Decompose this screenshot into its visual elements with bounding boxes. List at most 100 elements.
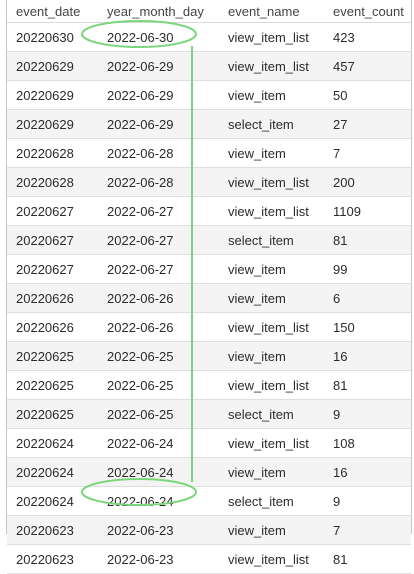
cell-event-count: 108 (324, 428, 411, 458)
cell-event-count: 6 (324, 283, 411, 313)
cell-year-month-day: 2022-06-29 (98, 51, 219, 81)
cell-event-date: 20220624 (7, 428, 98, 458)
cell-event-date: 20220625 (7, 399, 98, 429)
cell-event-count: 7 (324, 515, 411, 545)
cell-event-count: 200 (324, 167, 411, 197)
cell-event-name: view_item_list (219, 22, 324, 52)
cell-year-month-day: 2022-06-25 (98, 341, 219, 371)
cell-event-name: view_item (219, 138, 324, 168)
table-row[interactable]: 20220628 2022-06-28 view_item_list 200 (7, 167, 411, 197)
cell-event-date: 20220627 (7, 196, 98, 226)
cell-event-name: view_item_list (219, 196, 324, 226)
table-row[interactable]: 20220624 2022-06-24 view_item_list 108 (7, 428, 411, 458)
cell-year-month-day: 2022-06-23 (98, 515, 219, 545)
cell-event-date: 20220629 (7, 51, 98, 81)
cell-event-date: 20220624 (7, 457, 98, 487)
cell-event-name: view_item_list (219, 370, 324, 400)
table-row[interactable]: 20220623 2022-06-23 view_item_list 81 (7, 544, 411, 574)
table-row[interactable]: 20220629 2022-06-29 select_item 27 (7, 109, 411, 139)
cell-event-count: 81 (324, 544, 411, 574)
table-row[interactable]: 20220624 2022-06-24 select_item 9 (7, 486, 411, 516)
cell-year-month-day: 2022-06-25 (98, 399, 219, 429)
cell-event-name: view_item (219, 457, 324, 487)
cell-year-month-day: 2022-06-28 (98, 167, 219, 197)
table-row[interactable]: 20220627 2022-06-27 view_item_list 1109 (7, 196, 411, 226)
cell-event-date: 20220625 (7, 341, 98, 371)
cell-event-count: 50 (324, 80, 411, 110)
cell-event-count: 1109 (324, 196, 411, 226)
cell-event-date: 20220628 (7, 167, 98, 197)
cell-event-count: 7 (324, 138, 411, 168)
cell-event-date: 20220623 (7, 544, 98, 574)
cell-event-name: view_item (219, 341, 324, 371)
cell-event-date: 20220629 (7, 109, 98, 139)
cell-event-name: view_item (219, 254, 324, 284)
cell-year-month-day: 2022-06-30 (98, 22, 219, 52)
cell-event-count: 423 (324, 22, 411, 52)
cell-event-count: 81 (324, 370, 411, 400)
table-row[interactable]: 20220627 2022-06-27 view_item 99 (7, 254, 411, 284)
cell-event-name: select_item (219, 225, 324, 255)
cell-event-name: view_item_list (219, 167, 324, 197)
cell-event-name: view_item (219, 283, 324, 313)
cell-year-month-day: 2022-06-29 (98, 80, 219, 110)
cell-event-date: 20220627 (7, 254, 98, 284)
cell-event-date: 20220626 (7, 283, 98, 313)
cell-year-month-day: 2022-06-24 (98, 428, 219, 458)
cell-event-name: view_item_list (219, 428, 324, 458)
cell-event-count: 27 (324, 109, 411, 139)
column-header-year-month-day[interactable]: year_month_day (98, 0, 219, 23)
table-row[interactable]: 20220624 2022-06-24 view_item 16 (7, 457, 411, 487)
cell-year-month-day: 2022-06-23 (98, 544, 219, 574)
table-row[interactable]: 20220630 2022-06-30 view_item_list 423 (7, 22, 411, 52)
cell-year-month-day: 2022-06-27 (98, 196, 219, 226)
cell-year-month-day: 2022-06-26 (98, 283, 219, 313)
cell-event-count: 150 (324, 312, 411, 342)
cell-event-date: 20220625 (7, 370, 98, 400)
table-row[interactable]: 20220626 2022-06-26 view_item_list 150 (7, 312, 411, 342)
cell-event-name: view_item_list (219, 51, 324, 81)
column-header-event-count[interactable]: event_count (324, 0, 411, 23)
cell-event-date: 20220627 (7, 225, 98, 255)
table-row[interactable]: 20220625 2022-06-25 view_item 16 (7, 341, 411, 371)
cell-event-name: select_item (219, 399, 324, 429)
cell-event-count: 81 (324, 225, 411, 255)
cell-year-month-day: 2022-06-27 (98, 225, 219, 255)
cell-event-count: 99 (324, 254, 411, 284)
cell-event-name: select_item (219, 486, 324, 516)
cell-year-month-day: 2022-06-25 (98, 370, 219, 400)
cell-year-month-day: 2022-06-24 (98, 486, 219, 516)
cell-event-date: 20220626 (7, 312, 98, 342)
table-row[interactable]: 20220628 2022-06-28 view_item 7 (7, 138, 411, 168)
cell-event-date: 20220629 (7, 80, 98, 110)
cell-event-date: 20220630 (7, 22, 98, 52)
cell-event-name: view_item_list (219, 544, 324, 574)
cell-event-date: 20220623 (7, 515, 98, 545)
cell-event-count: 16 (324, 341, 411, 371)
table-row[interactable]: 20220627 2022-06-27 select_item 81 (7, 225, 411, 255)
cell-year-month-day: 2022-06-29 (98, 109, 219, 139)
cell-year-month-day: 2022-06-24 (98, 457, 219, 487)
table-row[interactable]: 20220623 2022-06-23 view_item 7 (7, 515, 411, 545)
table-row[interactable]: 20220629 2022-06-29 view_item_list 457 (7, 51, 411, 81)
cell-year-month-day: 2022-06-26 (98, 312, 219, 342)
cell-event-name: select_item (219, 109, 324, 139)
cell-event-name: view_item (219, 515, 324, 545)
cell-event-date: 20220628 (7, 138, 98, 168)
cell-event-name: view_item (219, 80, 324, 110)
table-header-row: event_date year_month_day event_name eve… (7, 0, 411, 23)
table-row[interactable]: 20220625 2022-06-25 select_item 9 (7, 399, 411, 429)
cell-year-month-day: 2022-06-28 (98, 138, 219, 168)
column-header-event-date[interactable]: event_date (7, 0, 98, 23)
cell-event-count: 457 (324, 51, 411, 81)
cell-event-count: 9 (324, 486, 411, 516)
column-header-event-name[interactable]: event_name (219, 0, 324, 23)
table-row[interactable]: 20220625 2022-06-25 view_item_list 81 (7, 370, 411, 400)
cell-event-name: view_item_list (219, 312, 324, 342)
cell-event-count: 9 (324, 399, 411, 429)
cell-event-date: 20220624 (7, 486, 98, 516)
cell-event-count: 16 (324, 457, 411, 487)
table-row[interactable]: 20220629 2022-06-29 view_item 50 (7, 80, 411, 110)
table-row[interactable]: 20220626 2022-06-26 view_item 6 (7, 283, 411, 313)
results-table: event_date year_month_day event_name eve… (7, 0, 411, 574)
